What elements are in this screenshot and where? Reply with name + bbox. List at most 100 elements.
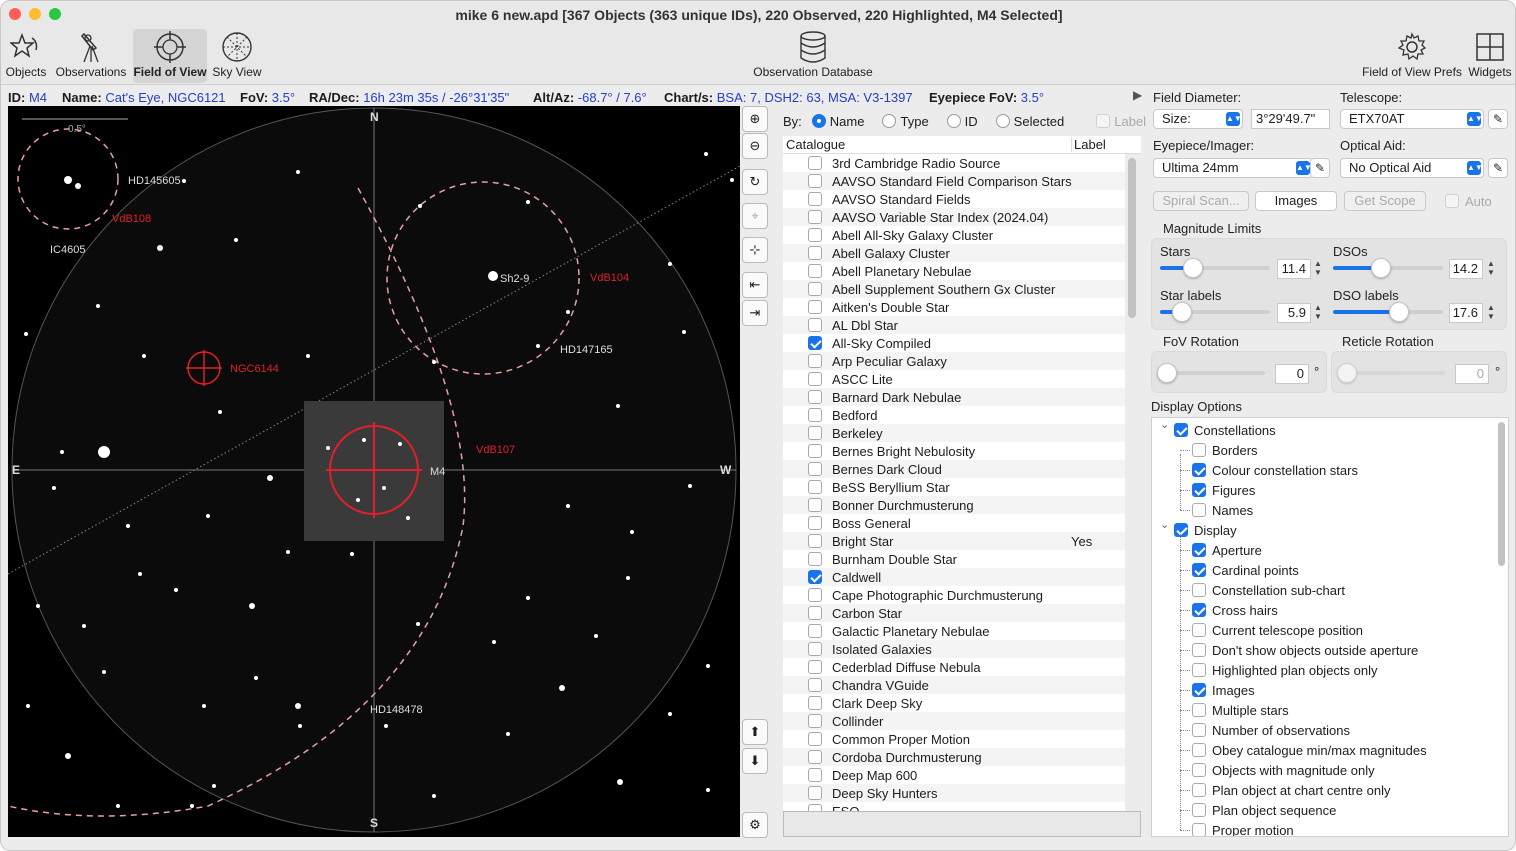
collapse-panel-arrow-icon[interactable]: ▶ bbox=[1133, 88, 1142, 102]
images-button[interactable]: Images bbox=[1255, 191, 1337, 211]
catalogue-checkbox[interactable] bbox=[808, 660, 822, 674]
dsos-stepper[interactable]: ▲ ▼ bbox=[1486, 259, 1496, 279]
catalogue-row[interactable]: Carbon Star bbox=[783, 604, 1125, 622]
display-option-row[interactable]: Current telescope position bbox=[1192, 620, 1363, 640]
optical-aid-select[interactable]: No Optical Aid ▲▼ bbox=[1340, 158, 1484, 178]
display-option-row[interactable]: Figures bbox=[1192, 480, 1255, 500]
display-option-checkbox[interactable] bbox=[1192, 563, 1206, 577]
display-option-checkbox[interactable] bbox=[1192, 503, 1206, 517]
catalogue-checkbox[interactable] bbox=[808, 426, 822, 440]
stars-stepper[interactable]: ▲ ▼ bbox=[1313, 259, 1323, 279]
label-vdb107[interactable]: VdB107 bbox=[476, 444, 515, 456]
catalogue-row[interactable]: Berkeley bbox=[783, 424, 1125, 442]
display-option-checkbox[interactable] bbox=[1192, 583, 1206, 597]
catalogue-checkbox[interactable] bbox=[808, 624, 822, 638]
dsos-input[interactable]: 14.2 bbox=[1449, 259, 1483, 279]
dsos-slider[interactable] bbox=[1333, 258, 1443, 278]
display-option-checkbox[interactable] bbox=[1192, 443, 1206, 457]
catalogue-row[interactable]: All-Sky Compiled bbox=[783, 334, 1125, 352]
disclosure-triangle-icon[interactable]: ⌄ bbox=[1160, 518, 1169, 531]
star-labels-input[interactable]: 5.9 bbox=[1277, 303, 1311, 323]
edit-optical-aid-button[interactable]: ✎ bbox=[1488, 158, 1508, 178]
catalogue-checkbox[interactable] bbox=[808, 318, 822, 332]
catalogue-scrollbar[interactable] bbox=[1128, 158, 1136, 318]
catalogue-checkbox[interactable] bbox=[808, 354, 822, 368]
display-option-row[interactable]: Display bbox=[1174, 520, 1237, 540]
display-option-row[interactable]: Don't show objects outside aperture bbox=[1192, 640, 1418, 660]
catalogue-checkbox[interactable] bbox=[808, 300, 822, 314]
sort-type-radio[interactable] bbox=[882, 114, 897, 128]
display-option-row[interactable]: Cardinal points bbox=[1192, 560, 1299, 580]
star-labels-stepper[interactable]: ▲ ▼ bbox=[1313, 303, 1323, 323]
dso-labels-input[interactable]: 17.6 bbox=[1449, 303, 1483, 323]
display-option-row[interactable]: Borders bbox=[1192, 440, 1258, 460]
catalogue-row[interactable]: Aitken's Double Star bbox=[783, 298, 1125, 316]
label-hd148478[interactable]: HD148478 bbox=[370, 704, 423, 716]
display-option-row[interactable]: Constellations bbox=[1174, 420, 1276, 440]
move-up-button[interactable]: ⬆ bbox=[742, 719, 768, 745]
display-option-checkbox[interactable] bbox=[1192, 623, 1206, 637]
dso-labels-slider-knob[interactable] bbox=[1389, 302, 1409, 322]
catalogue-row[interactable]: AAVSO Standard Fields bbox=[783, 190, 1125, 208]
label-hd147165[interactable]: HD147165 bbox=[560, 344, 613, 356]
display-option-row[interactable]: Number of observations bbox=[1192, 720, 1350, 740]
flip-horizontal-button[interactable]: ⇤ bbox=[742, 272, 768, 298]
display-option-checkbox[interactable] bbox=[1192, 823, 1206, 836]
catalogue-checkbox[interactable] bbox=[808, 516, 822, 530]
flip-vertical-button[interactable]: ⇥ bbox=[742, 300, 768, 326]
catalogue-checkbox[interactable] bbox=[808, 606, 822, 620]
label-ngc6144[interactable]: NGC6144 bbox=[230, 363, 279, 375]
catalogue-checkbox[interactable] bbox=[808, 714, 822, 728]
zoom-out-button[interactable]: ⊖ bbox=[742, 133, 768, 159]
catalogue-row[interactable]: Deep Map 600 bbox=[783, 766, 1125, 784]
col-label-header[interactable]: Label bbox=[1071, 137, 1106, 152]
display-option-checkbox[interactable] bbox=[1192, 543, 1206, 557]
label-m4[interactable]: M4 bbox=[430, 466, 445, 478]
catalogue-checkbox[interactable] bbox=[808, 552, 822, 566]
catalogue-checkbox[interactable] bbox=[808, 462, 822, 476]
reticle-rotation-input[interactable]: 0 bbox=[1455, 364, 1489, 384]
catalogue-checkbox[interactable] bbox=[808, 768, 822, 782]
catalogue-checkbox[interactable] bbox=[808, 570, 822, 584]
widgets-button[interactable]: Widgets bbox=[1465, 29, 1515, 83]
catalogue-row[interactable]: Chandra VGuide bbox=[783, 676, 1125, 694]
catalogue-checkbox[interactable] bbox=[808, 588, 822, 602]
catalogue-checkbox[interactable] bbox=[808, 156, 822, 170]
display-option-row[interactable]: Obey catalogue min/max magnitudes bbox=[1192, 740, 1427, 760]
catalogue-row[interactable]: Collinder bbox=[783, 712, 1125, 730]
stars-slider[interactable] bbox=[1160, 258, 1270, 278]
sky-view-tool-button[interactable]: Sky View bbox=[211, 29, 263, 83]
catalogue-row[interactable]: Clark Deep Sky bbox=[783, 694, 1125, 712]
catalogue-row[interactable]: Arp Peculiar Galaxy bbox=[783, 352, 1125, 370]
reticle-rotation-knob[interactable] bbox=[1337, 363, 1357, 383]
star-chart-canvas[interactable]: 0.5° N S E W HD145605 VdB108 IC4605 Sh2-… bbox=[8, 106, 740, 837]
pin-button[interactable]: ⌖ bbox=[742, 203, 768, 229]
catalogue-row[interactable]: 3rd Cambridge Radio Source bbox=[783, 154, 1125, 172]
observations-tool-button[interactable]: Observations bbox=[53, 29, 129, 83]
display-option-checkbox[interactable] bbox=[1192, 763, 1206, 777]
catalogue-row[interactable]: Abell Planetary Nebulae bbox=[783, 262, 1125, 280]
catalogue-row[interactable]: Isolated Galaxies bbox=[783, 640, 1125, 658]
display-options-scrollbar[interactable] bbox=[1498, 422, 1505, 566]
star-labels-slider-knob[interactable] bbox=[1172, 302, 1192, 322]
size-select[interactable]: Size: ▲▼ bbox=[1153, 109, 1243, 129]
reticle-rotation-slider[interactable] bbox=[1337, 363, 1445, 383]
display-option-row[interactable]: Proper motion bbox=[1192, 820, 1294, 836]
observation-database-button[interactable]: Observation Database bbox=[747, 29, 879, 83]
label-checkbox[interactable] bbox=[1096, 114, 1111, 128]
display-option-row[interactable]: Cross hairs bbox=[1192, 600, 1278, 620]
eyepiece-select[interactable]: Ultima 24mm ▲▼ bbox=[1153, 158, 1313, 178]
catalogue-checkbox[interactable] bbox=[808, 408, 822, 422]
display-option-checkbox[interactable] bbox=[1192, 603, 1206, 617]
get-scope-button[interactable]: Get Scope bbox=[1344, 191, 1426, 211]
catalogue-checkbox[interactable] bbox=[808, 246, 822, 260]
catalogue-checkbox[interactable] bbox=[808, 642, 822, 656]
display-option-checkbox[interactable] bbox=[1192, 743, 1206, 757]
catalogue-checkbox[interactable] bbox=[808, 678, 822, 692]
objects-tool-button[interactable]: Objects bbox=[3, 29, 49, 83]
dso-labels-stepper[interactable]: ▲ ▼ bbox=[1486, 303, 1496, 323]
display-option-checkbox[interactable] bbox=[1174, 423, 1188, 437]
display-option-row[interactable]: Plan object at chart centre only bbox=[1192, 780, 1391, 800]
move-down-button[interactable]: ⬇ bbox=[742, 748, 768, 774]
display-option-checkbox[interactable] bbox=[1192, 783, 1206, 797]
